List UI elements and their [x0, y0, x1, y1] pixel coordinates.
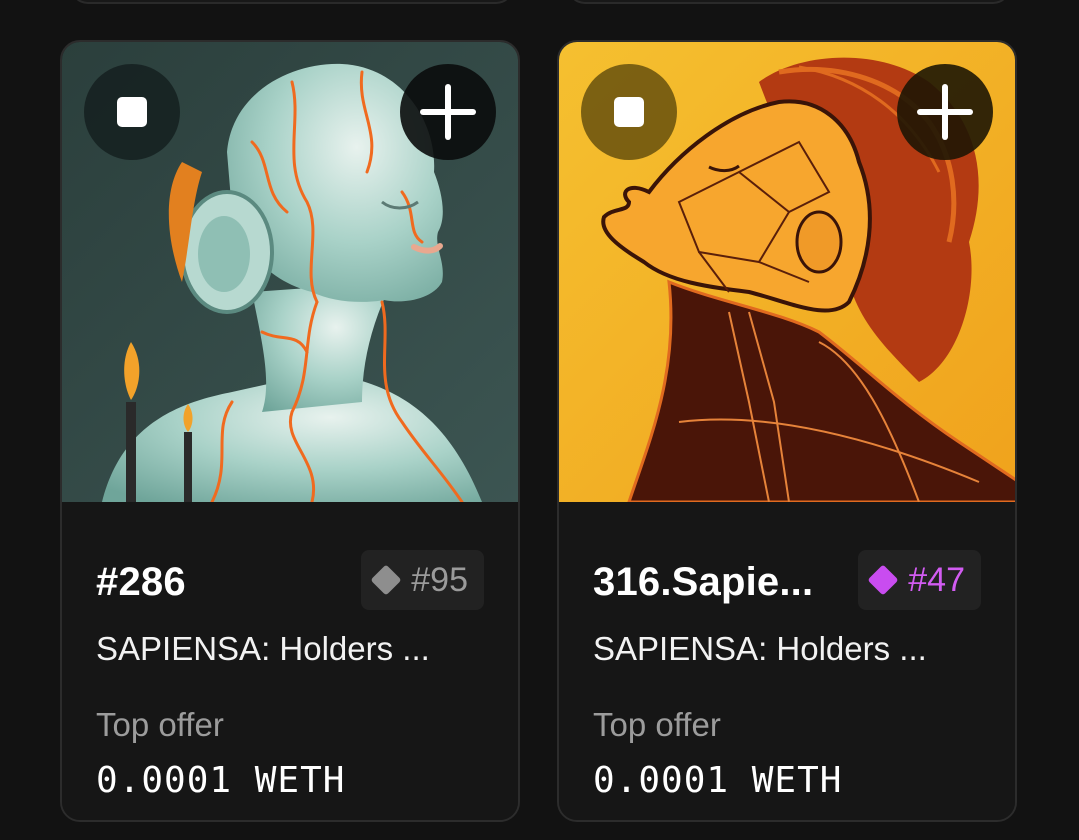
checkbox-square-icon [117, 97, 147, 127]
nft-image[interactable] [62, 42, 518, 502]
rarity-rank-value: #95 [411, 560, 468, 599]
collection-name[interactable]: SAPIENSA: Holders ... [96, 630, 430, 668]
select-checkbox[interactable] [581, 64, 677, 160]
top-offer-value: 0.0001 WETH [593, 760, 843, 801]
collection-name[interactable]: SAPIENSA: Holders ... [593, 630, 927, 668]
plus-icon [420, 84, 476, 140]
rarity-rank-value: #47 [908, 560, 965, 599]
rarity-rank-badge[interactable]: #95 [361, 550, 484, 610]
top-offer-label: Top offer [96, 706, 224, 743]
top-offer-label: Top offer [593, 706, 721, 743]
plus-icon [917, 84, 973, 140]
nft-image[interactable] [559, 42, 1015, 502]
diamond-icon [867, 564, 899, 596]
checkbox-square-icon [614, 97, 644, 127]
card-details: 316.Sapie... #47 SAPIENSA: Holders ... T… [559, 502, 1015, 820]
previous-card-edge [70, 0, 514, 4]
nft-title[interactable]: #286 [96, 560, 186, 605]
previous-card-edge [567, 0, 1011, 4]
nft-card[interactable]: #286 #95 SAPIENSA: Holders ... Top offer… [60, 40, 520, 822]
select-checkbox[interactable] [84, 64, 180, 160]
nft-grid: #286 #95 SAPIENSA: Holders ... Top offer… [0, 0, 1079, 840]
card-details: #286 #95 SAPIENSA: Holders ... Top offer… [62, 502, 518, 820]
add-to-cart-button[interactable] [897, 64, 993, 160]
rarity-rank-badge[interactable]: #47 [858, 550, 981, 610]
nft-title[interactable]: 316.Sapie... [593, 560, 813, 605]
add-to-cart-button[interactable] [400, 64, 496, 160]
diamond-icon [370, 564, 402, 596]
nft-card[interactable]: 316.Sapie... #47 SAPIENSA: Holders ... T… [557, 40, 1017, 822]
top-offer-value: 0.0001 WETH [96, 760, 346, 801]
